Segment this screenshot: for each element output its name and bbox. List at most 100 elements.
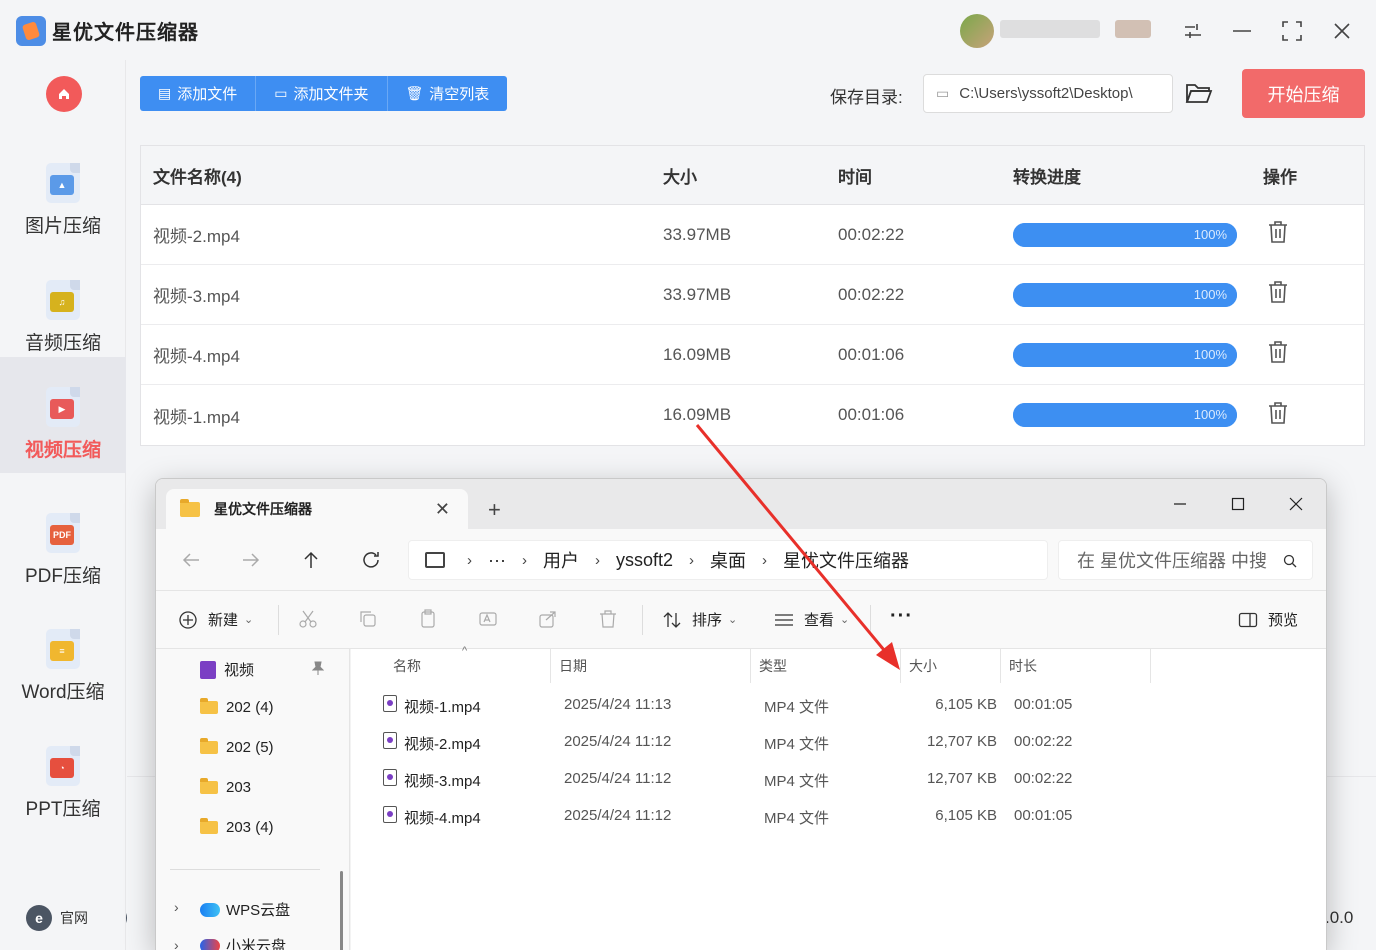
search-placeholder: 在 星优文件压缩器 中搜 [1077, 551, 1268, 571]
breadcrumb-more[interactable]: ··· [488, 550, 506, 571]
chevron-right-icon: › [762, 551, 768, 569]
tree-item-folder[interactable]: 202 (4) [200, 698, 274, 716]
cut-icon[interactable] [298, 609, 318, 629]
tree-item-folder[interactable]: 202 (5) [200, 738, 274, 756]
view-button[interactable]: 查看 ⌄ [774, 609, 849, 630]
table-row[interactable]: 视频-2.mp4 33.97MB 00:02:22 100% [141, 205, 1364, 265]
add-folder-button[interactable]: ▭ 添加文件夹 [256, 76, 388, 111]
file-name: 视频-1.mp4 [153, 407, 240, 427]
sidebar-item-audio[interactable]: ♫ 音频压缩 [0, 250, 126, 366]
column-header-name[interactable]: 名称 ^ [351, 645, 551, 683]
tree-item-folder[interactable]: 203 (4) [200, 818, 274, 836]
user-avatar[interactable] [960, 14, 994, 48]
tree-item-label: 视频 [224, 662, 255, 679]
table-row[interactable]: 视频-4.mp4 16.09MB 00:01:06 100% [141, 325, 1364, 385]
file-size: 16.09MB [663, 344, 732, 364]
breadcrumb-user[interactable]: yssoft2 [616, 550, 673, 571]
preview-label: 预览 [1268, 612, 1299, 629]
delete-icon[interactable] [1267, 280, 1289, 304]
copy-icon[interactable] [358, 609, 378, 629]
sidebar-item-label: Word压缩 [21, 682, 105, 703]
preview-button[interactable]: 预览 [1238, 609, 1298, 630]
tree-item-folder[interactable]: 203 [200, 778, 251, 796]
file-icon: ▤ [158, 85, 172, 101]
delete-icon[interactable] [1267, 220, 1289, 244]
home-button[interactable] [46, 76, 82, 112]
share-icon[interactable] [538, 609, 558, 629]
folder-open-icon[interactable] [1185, 80, 1213, 106]
file-date: 2025/4/24 11:13 [564, 696, 672, 713]
forward-icon[interactable] [240, 549, 262, 571]
sidebar-item-image[interactable]: ▲ 图片压缩 [0, 133, 126, 249]
website-link[interactable]: e 官网 [26, 905, 88, 931]
maximize-icon[interactable] [1275, 14, 1309, 48]
sidebar-item-label: 图片压缩 [24, 216, 101, 237]
file-size: 33.97MB [663, 224, 732, 244]
close-tab-icon[interactable]: ✕ [435, 499, 450, 520]
minimize-icon[interactable] [1160, 487, 1200, 521]
file-row[interactable]: 视频-3.mp4 2025/4/24 11:12 MP4 文件 12,707 K… [351, 760, 1326, 797]
sidebar-item-pdf[interactable]: PDF PDF压缩 [0, 483, 126, 599]
chevron-down-icon: ⌄ [728, 614, 738, 626]
settings-icon[interactable] [1176, 14, 1210, 48]
up-icon[interactable] [300, 549, 322, 571]
file-row[interactable]: 视频-2.mp4 2025/4/24 11:12 MP4 文件 12,707 K… [351, 723, 1326, 760]
add-file-button[interactable]: ▤ 添加文件 [140, 76, 257, 111]
scrollbar[interactable] [340, 871, 343, 950]
start-compress-button[interactable]: 开始压缩 [1242, 69, 1365, 118]
tree-item-videos[interactable]: 视频 [200, 659, 254, 680]
folder-icon [180, 498, 200, 517]
column-header-size[interactable]: 大小 [901, 649, 1001, 683]
column-label: 日期 [559, 658, 587, 674]
explorer-tab[interactable]: 星优文件压缩器 ✕ [166, 489, 468, 529]
maximize-icon[interactable] [1218, 487, 1258, 521]
close-icon[interactable] [1325, 14, 1359, 48]
table-row[interactable]: 视频-3.mp4 33.97MB 00:02:22 100% [141, 265, 1364, 325]
table-row[interactable]: 视频-1.mp4 16.09MB 00:01:06 100% [141, 385, 1364, 445]
delete-icon[interactable] [1267, 340, 1289, 364]
chevron-right-icon[interactable]: › [174, 937, 179, 950]
clear-list-button[interactable]: 🗑 清空列表 [388, 76, 508, 111]
file-size: 6,105 KB [935, 807, 997, 824]
video-file-icon [383, 806, 397, 823]
sidebar-item-ppt[interactable]: ◔ PPT压缩 [0, 716, 126, 832]
file-row[interactable]: 视频-4.mp4 2025/4/24 11:12 MP4 文件 6,105 KB… [351, 797, 1326, 834]
save-dir-input[interactable]: ▭ C:\Users\yssoft2\Desktop\ [923, 74, 1173, 113]
file-duration: 00:02:22 [1014, 733, 1073, 750]
sort-button[interactable]: 排序 ⌄ [662, 609, 737, 630]
delete-icon[interactable] [1267, 401, 1289, 425]
close-icon[interactable] [1276, 487, 1316, 521]
progress-bar: 100% [1013, 342, 1237, 367]
column-header-date[interactable]: 日期 [551, 649, 751, 683]
search-input[interactable]: 在 星优文件压缩器 中搜 [1058, 540, 1313, 580]
minimize-icon[interactable] [1225, 14, 1259, 48]
rename-icon[interactable] [478, 609, 498, 629]
word-icon: ≡ [46, 629, 80, 669]
add-file-label: 添加文件 [177, 86, 238, 103]
sidebar-item-label: PDF压缩 [24, 566, 101, 587]
refresh-icon[interactable] [360, 549, 382, 571]
chevron-right-icon: › [467, 551, 472, 569]
tree-item-wps-cloud[interactable]: WPS云盘 [200, 899, 290, 920]
progress-text: 100% [1193, 407, 1227, 422]
new-tab-icon[interactable]: + [488, 497, 501, 523]
sidebar-item-video[interactable]: ▶ 视频压缩 [0, 357, 126, 473]
file-row[interactable]: 视频-1.mp4 2025/4/24 11:13 MP4 文件 6,105 KB… [351, 686, 1326, 723]
chevron-down-icon: ⌄ [244, 614, 254, 626]
more-options-button[interactable]: ··· [890, 605, 913, 628]
pin-icon[interactable] [312, 661, 324, 675]
website-label: 官网 [60, 910, 88, 926]
chevron-right-icon[interactable]: › [174, 899, 179, 915]
address-bar[interactable]: › ··· › 用户 › yssoft2 › 桌面 › 星优文件压缩器 [408, 540, 1048, 580]
tree-item-mi-cloud[interactable]: 小米云盘 [200, 935, 286, 950]
column-header-type[interactable]: 类型 [751, 649, 901, 683]
delete-icon[interactable] [598, 609, 618, 629]
sidebar-item-word[interactable]: ≡ Word压缩 [0, 599, 126, 715]
breadcrumb-desktop[interactable]: 桌面 [710, 547, 746, 573]
paste-icon[interactable] [418, 609, 438, 629]
back-icon[interactable] [180, 549, 202, 571]
breadcrumb-users[interactable]: 用户 [543, 547, 579, 573]
breadcrumb-current[interactable]: 星优文件压缩器 [783, 547, 909, 573]
new-button[interactable]: 新建 ⌄ [178, 609, 253, 630]
column-header-duration[interactable]: 时长 [1001, 649, 1151, 683]
